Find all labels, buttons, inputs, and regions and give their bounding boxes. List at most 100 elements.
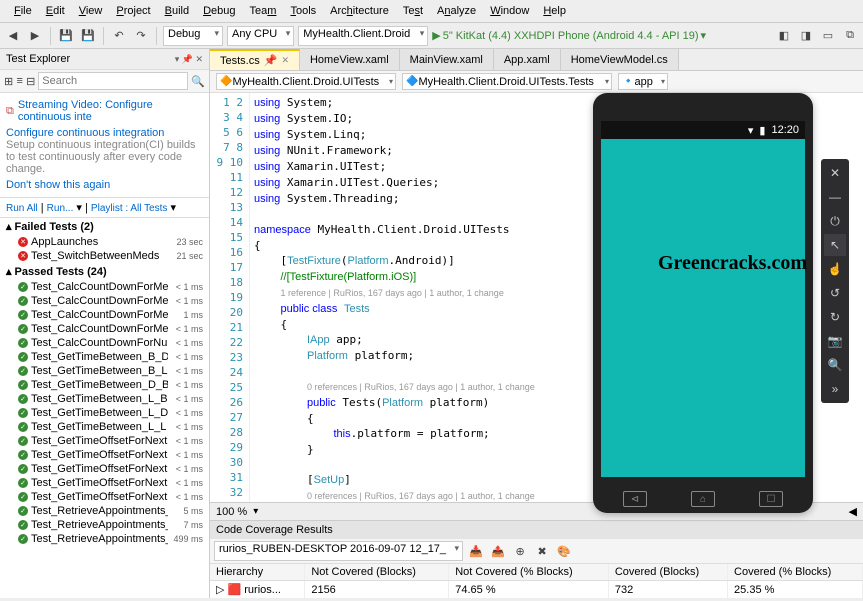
coverage-header[interactable]: Not Covered (% Blocks) [449,564,609,581]
emu-cursor-icon[interactable]: ↖ [824,234,846,256]
scroll-left-icon[interactable]: ◀ [849,505,857,518]
test-item[interactable]: ✓Test_GetTimeBetween_L_D< 1 ms [0,406,209,420]
menu-window[interactable]: Window [484,3,535,19]
tool-icon-3[interactable]: ▭ [819,27,837,45]
menu-project[interactable]: Project [110,3,156,19]
pin-icon[interactable]: ▾ 📌 ✕ [175,54,203,64]
nav-fwd-icon[interactable]: ▶ [26,27,44,45]
coverage-header[interactable]: Hierarchy [210,564,305,581]
namespace-combo[interactable]: 🔶 MyHealth.Client.Droid.UITests [216,73,396,90]
test-item[interactable]: ✓Test_GetTimeBetween_L_L< 1 ms [0,420,209,434]
emu-zoom-icon[interactable]: 🔍 [824,354,846,376]
save-all-icon[interactable]: 💾 [79,27,97,45]
test-item[interactable]: ✓Test_CalcCountDownForNullMed< 1 ms [0,336,209,350]
menu-analyze[interactable]: Analyze [431,3,482,19]
test-item[interactable]: ✓Test_GetTimeBetween_B_D< 1 ms [0,350,209,364]
test-item[interactable]: ✓Test_CalcCountDownForMed_P...< 1 ms [0,280,209,294]
test-item[interactable]: ✓Test_CalcCountDownForMed_Pref...1 ms [0,308,209,322]
test-item[interactable]: ✓Test_GetTimeOffsetForNextPill...< 1 ms [0,448,209,462]
nav-back-icon[interactable]: ◀ [4,27,22,45]
group-by-icon[interactable]: ⊞ [4,72,13,90]
emu-close-icon[interactable]: ✕ [824,162,846,184]
test-item[interactable]: ✓Test_GetTimeOffsetForNextPill...< 1 ms [0,462,209,476]
run-link[interactable]: Run... [47,203,74,214]
stream-link[interactable]: Streaming Video: Configure continuous in… [18,99,203,123]
search-input[interactable] [38,72,188,90]
redo-icon[interactable]: ↷ [132,27,150,45]
close-icon[interactable]: ✕ [281,55,289,66]
project-combo[interactable]: MyHealth.Client.Droid [298,26,428,46]
cov-import-icon[interactable]: 📥 [467,542,485,560]
config-combo[interactable]: Debug [163,26,223,46]
test-item[interactable]: ✕Test_SwitchBetweenMeds21 sec [0,249,209,263]
emu-screenshot-icon[interactable]: 📷 [824,330,846,352]
emu-touch-icon[interactable]: ☝ [824,258,846,280]
menu-view[interactable]: View [73,3,109,19]
menu-help[interactable]: Help [537,3,572,19]
emu-more-icon[interactable]: » [824,378,846,400]
menu-edit[interactable]: Edit [40,3,71,19]
cov-export-icon[interactable]: 📤 [489,542,507,560]
save-icon[interactable]: 💾 [57,27,75,45]
editor-tab[interactable]: App.xaml [494,49,561,70]
editor-tab[interactable]: HomeViewModel.cs [561,49,679,70]
member-combo[interactable]: 🔹 app [618,73,668,90]
emu-power-icon[interactable]: ⏻ [824,210,846,232]
undo-icon[interactable]: ↶ [110,27,128,45]
emulator-screen[interactable]: ▾ ▮ 12:20 ⊲ ⌂ ☐ [601,121,805,477]
configure-ci-link[interactable]: Configure continuous integration [6,127,203,139]
failed-tests-group[interactable]: ▴ Failed Tests (2) [0,218,209,235]
run-all-link[interactable]: Run All [6,203,38,214]
menu-test[interactable]: Test [397,3,429,19]
test-item[interactable]: ✕AppLaunches23 sec [0,235,209,249]
coverage-run-combo[interactable]: rurios_RUBEN-DESKTOP 2016-09-07 12_17_ [214,541,463,561]
test-item[interactable]: ✓Test_GetTimeBetween_L_B< 1 ms [0,392,209,406]
android-emulator[interactable]: ▾ ▮ 12:20 ⊲ ⌂ ☐ [593,93,813,513]
test-item[interactable]: ✓Test_CalcCountDownForMedN...< 1 ms [0,322,209,336]
search-icon[interactable]: 🔍 [191,72,205,90]
coverage-header[interactable]: Covered (Blocks) [608,564,727,581]
emu-rotate-left-icon[interactable]: ↺ [824,282,846,304]
menu-architecture[interactable]: Architecture [324,3,395,19]
tool-icon-1[interactable]: ◧ [775,27,793,45]
menu-debug[interactable]: Debug [197,3,241,19]
passed-tests-group[interactable]: ▴ Passed Tests (24) [0,263,209,280]
coverage-header[interactable]: Covered (% Blocks) [728,564,863,581]
menu-tools[interactable]: Tools [284,3,322,19]
editor-tab[interactable]: HomeView.xaml [300,49,400,70]
emu-recent-icon[interactable]: ☐ [759,491,783,507]
playlist-link[interactable]: Playlist : All Tests [91,203,168,214]
coverage-header[interactable]: Not Covered (Blocks) [305,564,449,581]
test-item[interactable]: ✓Test_CalcCountDownForMed_P...< 1 ms [0,294,209,308]
tool-icon-4[interactable]: ⧉ [841,27,859,45]
test-item[interactable]: ✓Test_RetrieveAppointments_Whe...5 ms [0,504,209,518]
filter-icon-2[interactable]: ⊟ [26,72,35,90]
test-item[interactable]: ✓Test_GetTimeOffsetForNextPill...< 1 ms [0,476,209,490]
platform-combo[interactable]: Any CPU [227,26,294,46]
test-item[interactable]: ✓Test_GetTimeOffsetForNextPill...< 1 ms [0,434,209,448]
test-item[interactable]: ✓Test_RetrieveAppointments_Whe...499 ms [0,532,209,546]
zoom-level[interactable]: 100 % [216,506,247,518]
emu-rotate-right-icon[interactable]: ↻ [824,306,846,328]
emu-home-icon[interactable]: ⌂ [691,491,715,507]
menu-build[interactable]: Build [159,3,195,19]
pin-icon[interactable]: 📌 [264,54,278,67]
test-item[interactable]: ✓Test_GetTimeBetween_D_B< 1 ms [0,378,209,392]
filter-icon-1[interactable]: ≡ [16,72,23,90]
start-debug-button[interactable]: ▶ 5" KitKat (4.4) XXHDPI Phone (Android … [432,29,706,42]
class-combo[interactable]: 🔷 MyHealth.Client.Droid.UITests.Tests [402,73,612,90]
editor-tab[interactable]: MainView.xaml [400,49,494,70]
cov-delete-icon[interactable]: ✖ [533,542,551,560]
editor-tab[interactable]: Tests.cs 📌 ✕ [210,49,300,70]
emu-back-icon[interactable]: ⊲ [623,491,647,507]
emu-minimize-icon[interactable]: — [824,186,846,208]
menu-team[interactable]: Team [244,3,283,19]
cov-merge-icon[interactable]: ⊕ [511,542,529,560]
test-item[interactable]: ✓Test_RetrieveAppointments_Whe...7 ms [0,518,209,532]
menu-file[interactable]: File [8,3,38,19]
cov-color-icon[interactable]: 🎨 [555,542,573,560]
test-item[interactable]: ✓Test_GetTimeOffsetForNextPill...< 1 ms [0,490,209,504]
tool-icon-2[interactable]: ◨ [797,27,815,45]
dismiss-link[interactable]: Don't show this again [6,179,203,191]
test-item[interactable]: ✓Test_GetTimeBetween_B_L< 1 ms [0,364,209,378]
